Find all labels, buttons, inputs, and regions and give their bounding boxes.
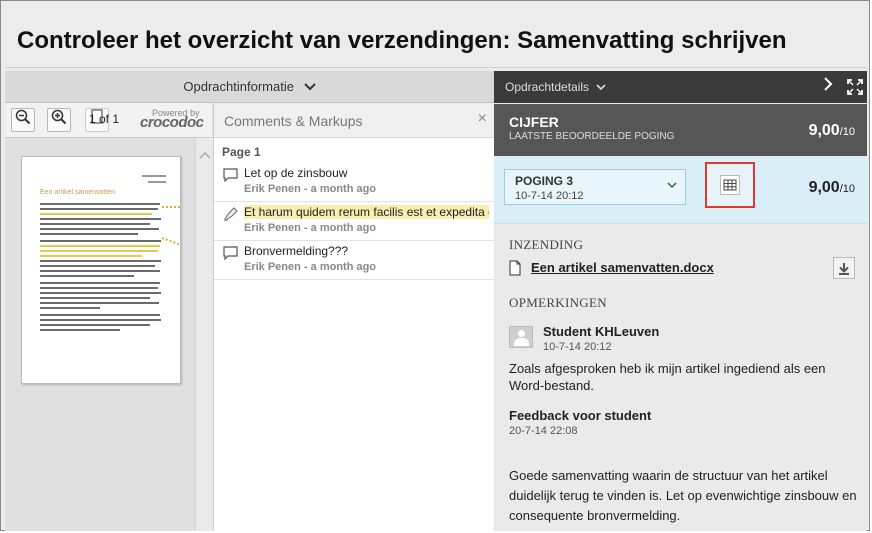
submission-label: INZENDING bbox=[509, 237, 584, 252]
grade-value: 9,00 bbox=[808, 122, 840, 139]
thumbnail-heading: Een artikel samenvatten bbox=[40, 189, 116, 196]
chevron-down-icon bbox=[596, 84, 606, 91]
attempt-score-value: 9,00 bbox=[808, 179, 840, 196]
comment-meta: Erik Penen - a month ago bbox=[244, 183, 377, 195]
rubric-button[interactable] bbox=[705, 162, 755, 208]
comment-text: Et harum quidem rerum facilis est et exp… bbox=[244, 205, 489, 219]
thumbnail-scrollbar[interactable] bbox=[195, 138, 213, 531]
grade-subheading: LAATSTE BEOORDEELDE POGING bbox=[509, 131, 675, 142]
zoom-out-button[interactable] bbox=[11, 108, 35, 132]
page-title: Controleer het overzicht van verzendinge… bbox=[17, 27, 787, 54]
attempt-score-max: /10 bbox=[839, 183, 855, 195]
grade-summary: CIJFER LAATSTE BEOORDEELDE POGING 9,00/1… bbox=[494, 104, 867, 156]
details-toggle[interactable]: Opdrachtdetails bbox=[505, 80, 606, 94]
chevron-down-icon bbox=[303, 73, 316, 104]
grade-heading: CIJFER bbox=[509, 114, 559, 130]
avatar bbox=[509, 326, 533, 348]
attempt-row: POGING 3 10-7-14 20:12 9,00/10 bbox=[494, 156, 867, 224]
chevron-up-icon[interactable] bbox=[199, 150, 211, 162]
window-frame: Controleer het overzicht van verzendinge… bbox=[0, 0, 870, 531]
details-header: Opdrachtdetails bbox=[494, 71, 867, 103]
grade-score: 9,00/10 bbox=[809, 122, 855, 140]
thumbnail-area: Een artikel samenvatten bbox=[5, 138, 195, 531]
grid-icon bbox=[720, 175, 740, 195]
zoom-in-button[interactable] bbox=[47, 108, 71, 132]
assignment-info-label: Opdrachtinformatie bbox=[183, 79, 294, 94]
comment-author: Erik Penen bbox=[244, 183, 301, 195]
highlighter-icon bbox=[223, 207, 238, 221]
submission-file-link[interactable]: Een artikel samenvatten.docx bbox=[531, 260, 714, 275]
zoom-out-icon bbox=[15, 109, 31, 125]
page-indicator: 1 of 1 bbox=[89, 112, 120, 126]
attempt-score: 9,00/10 bbox=[809, 179, 855, 197]
crocodoc-logo: crocodoc bbox=[140, 114, 204, 131]
powered-by-logo: Powered by crocodoc bbox=[140, 108, 204, 131]
comments-header: Comments & Markups × bbox=[214, 103, 495, 138]
student-message: Zoals afgesproken heb ik mijn artikel in… bbox=[509, 361, 826, 393]
grade-max: /10 bbox=[839, 126, 855, 138]
fullscreen-icon[interactable] bbox=[847, 79, 863, 95]
comment-time: a month ago bbox=[310, 183, 377, 195]
student-comment-date: 10-7-14 20:12 bbox=[543, 341, 612, 353]
feedback-date: 20-7-14 22:08 bbox=[509, 425, 578, 437]
feedback-text: Goede samenvatting waarin de structuur v… bbox=[509, 468, 857, 523]
remarks-label: OPMERKINGEN bbox=[509, 295, 607, 310]
close-icon[interactable]: × bbox=[478, 110, 487, 128]
title-bar: Controleer het overzicht van verzendinge… bbox=[5, 5, 867, 68]
comment-author: Erik Penen bbox=[244, 222, 301, 234]
chevron-down-icon bbox=[667, 180, 677, 192]
right-panel: Opdrachtdetails CIJFER LAATSTE BEOORDEEL… bbox=[494, 71, 867, 531]
assignment-info-toggle[interactable]: Opdrachtinformatie bbox=[5, 71, 494, 103]
left-panel: Opdrachtinformatie 1 of 1 Powered by cro… bbox=[5, 71, 495, 531]
viewer-toolbar: 1 of 1 Powered by crocodoc bbox=[5, 103, 212, 138]
comment-text: Let op de zinsbouw bbox=[244, 166, 348, 180]
attempt-label: POGING 3 bbox=[515, 174, 574, 188]
comment-text: Bronvermelding??? bbox=[244, 244, 349, 258]
comments-panel: Comments & Markups × Page 1 Let op de zi… bbox=[213, 103, 495, 531]
comment-icon bbox=[223, 168, 238, 183]
student-name: Student KHLeuven bbox=[543, 324, 660, 339]
download-button[interactable] bbox=[833, 257, 855, 279]
comments-title: Comments & Markups bbox=[224, 113, 363, 129]
submission-file: Een artikel samenvatten.docx bbox=[509, 259, 859, 281]
comment-item[interactable]: Bronvermelding??? Erik Penen - a month a… bbox=[214, 241, 495, 280]
comment-item[interactable]: Et harum quidem rerum facilis est et exp… bbox=[214, 202, 495, 241]
page-thumbnail[interactable]: Een artikel samenvatten bbox=[21, 156, 181, 384]
comment-time: a month ago bbox=[310, 261, 377, 273]
document-icon bbox=[509, 260, 521, 276]
zoom-in-icon bbox=[51, 109, 67, 125]
comment-icon bbox=[223, 246, 238, 261]
comments-page-label: Page 1 bbox=[222, 145, 261, 159]
attempt-select[interactable]: POGING 3 10-7-14 20:12 bbox=[504, 169, 686, 205]
comment-meta: Erik Penen - a month ago bbox=[244, 222, 377, 234]
next-arrow-icon[interactable] bbox=[823, 77, 833, 96]
details-label: Opdrachtdetails bbox=[505, 80, 590, 94]
comment-time: a month ago bbox=[310, 222, 377, 234]
feedback-title: Feedback voor student bbox=[509, 408, 652, 423]
comment-meta: Erik Penen - a month ago bbox=[244, 261, 377, 273]
download-icon bbox=[839, 263, 849, 275]
comment-item[interactable]: Let op de zinsbouw Erik Penen - a month … bbox=[214, 163, 495, 202]
comment-author: Erik Penen bbox=[244, 261, 301, 273]
attempt-date: 10-7-14 20:12 bbox=[515, 190, 584, 202]
